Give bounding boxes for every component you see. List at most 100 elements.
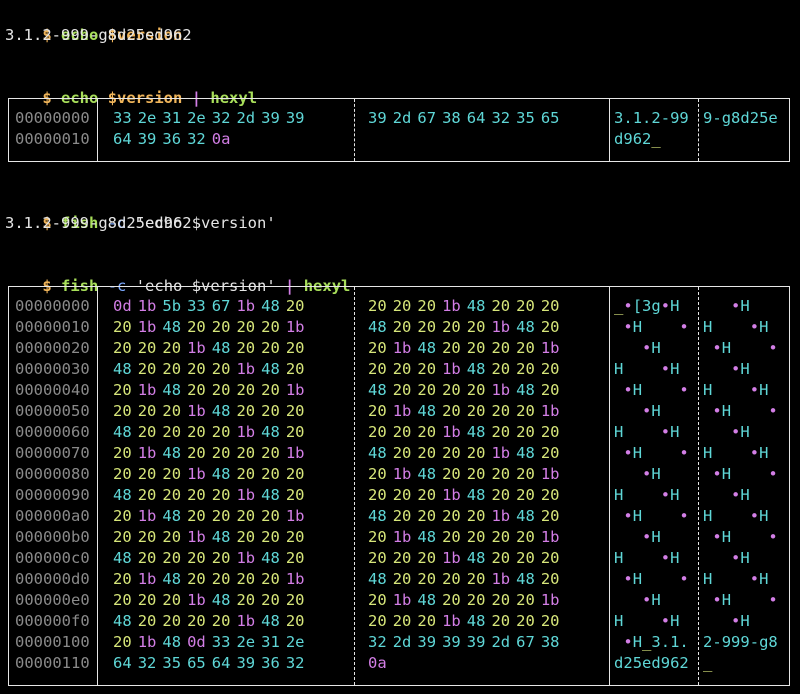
hex-byte: 0d — [113, 297, 132, 315]
hex-byte: 48 — [466, 549, 486, 567]
hex-byte: 1b — [491, 444, 511, 462]
hex-byte: 20 — [211, 507, 231, 525]
hex-byte: 20 — [285, 360, 305, 378]
hex-byte: 20 — [516, 612, 535, 630]
hex-byte: 1b — [137, 381, 157, 399]
hex-byte: 1b — [392, 339, 412, 357]
hex-byte: 20 — [187, 612, 206, 630]
hex-byte: 20 — [162, 549, 182, 567]
hex-byte: 20 — [137, 591, 157, 609]
hex-byte: 20 — [162, 339, 182, 357]
hex-byte: 20 — [466, 570, 486, 588]
hex-byte: 48 — [417, 465, 437, 483]
hex-byte: 20 — [392, 318, 412, 336]
hex-byte: 20 — [442, 402, 461, 420]
ascii-column: H •H — [703, 381, 769, 399]
hex-byte: 20 — [417, 360, 437, 378]
hex-byte: 20 — [113, 444, 132, 462]
hex-byte: 39 — [261, 109, 280, 127]
hex-byte: 20 — [491, 402, 511, 420]
hex-byte: 0a — [368, 654, 387, 672]
hex-byte: 1b — [236, 423, 256, 441]
hex-byte: 1b — [236, 486, 256, 504]
hex-byte: 1b — [137, 633, 157, 651]
hex-byte: 35 — [516, 109, 535, 127]
hex-byte: 48 — [466, 612, 486, 630]
ascii-column: 2-999-g8 — [703, 633, 778, 651]
hex-byte: 39 — [137, 130, 157, 148]
hex-byte: 20 — [540, 360, 560, 378]
hex-byte: 48 — [466, 486, 486, 504]
hex-byte: 20 — [285, 297, 305, 315]
hex-byte: 32 — [285, 654, 305, 672]
hex-byte: 20 — [162, 423, 182, 441]
hex-byte: 20 — [137, 465, 157, 483]
hex-byte: 20 — [368, 465, 387, 483]
hex-byte: 20 — [491, 486, 511, 504]
hex-byte: 1b — [540, 339, 560, 357]
hex-byte: 20 — [261, 381, 280, 399]
hex-byte: 48 — [261, 297, 280, 315]
hex-byte: 20 — [285, 591, 305, 609]
hex-byte: 20 — [285, 486, 305, 504]
hex-byte: 48 — [261, 423, 280, 441]
hex-byte: 20 — [187, 444, 206, 462]
command-line-1: $ echo $version — [5, 4, 182, 44]
hex-byte: 20 — [417, 444, 437, 462]
hex-byte: 48 — [211, 591, 231, 609]
hex-byte: 48 — [417, 528, 437, 546]
ascii-column: •H — [731, 486, 750, 504]
hex-byte: 39 — [368, 109, 387, 127]
hex-byte: 20 — [187, 549, 206, 567]
hex-byte: 1b — [392, 402, 412, 420]
hex-byte: 20 — [540, 507, 560, 525]
hex-byte: 48 — [466, 297, 486, 315]
hex-byte: 1b — [187, 591, 206, 609]
hex-byte: 20 — [261, 339, 280, 357]
hex-byte: 67 — [417, 109, 437, 127]
hex-byte: 48 — [516, 570, 535, 588]
hex-byte: 20 — [211, 423, 231, 441]
hex-byte: 20 — [540, 486, 560, 504]
hex-byte: 20 — [113, 570, 132, 588]
hex-byte: 20 — [261, 318, 280, 336]
hex-byte: 33 — [113, 109, 132, 127]
hex-byte: 67 — [211, 297, 231, 315]
hex-byte: 32 — [211, 109, 231, 127]
hex-byte: 20 — [516, 360, 535, 378]
hex-byte: 20 — [236, 528, 256, 546]
hex-byte: 20 — [516, 549, 535, 567]
hex-byte: 1b — [392, 591, 412, 609]
hex-byte: 20 — [285, 465, 305, 483]
hex-byte: 20 — [466, 528, 486, 546]
hex-byte: 20 — [236, 465, 256, 483]
hex-byte: 20 — [442, 507, 461, 525]
hex-byte: 20 — [368, 549, 387, 567]
hex-byte: 20 — [285, 339, 305, 357]
hex-byte: 20 — [236, 591, 256, 609]
ascii-column: •H — [731, 360, 750, 378]
hex-byte: 20 — [516, 528, 535, 546]
hex-byte: 1b — [236, 360, 256, 378]
hex-byte: 20 — [368, 423, 387, 441]
hex-byte: 20 — [540, 612, 560, 630]
hex-byte: 20 — [236, 570, 256, 588]
ascii-column: H •H — [703, 318, 769, 336]
hex-byte: 2e — [187, 109, 206, 127]
hex-byte: 1b — [491, 381, 511, 399]
hex-byte: 20 — [236, 381, 256, 399]
hex-byte: 2e — [137, 109, 157, 127]
hex-byte: 39 — [285, 109, 305, 127]
hex-byte: 20 — [285, 423, 305, 441]
terminal-window[interactable]: $ echo $version 3.1.2-999-g8d25ed962 $ e… — [0, 0, 800, 694]
hex-byte: 20 — [417, 297, 437, 315]
hex-byte: 20 — [211, 360, 231, 378]
hex-byte: 20 — [442, 339, 461, 357]
hex-byte: 20 — [442, 465, 461, 483]
hex-byte: 48 — [261, 549, 280, 567]
hex-byte: 20 — [285, 528, 305, 546]
hex-byte: 20 — [113, 381, 132, 399]
hex-byte: 1b — [137, 570, 157, 588]
hex-byte: 48 — [261, 486, 280, 504]
hex-byte: 20 — [417, 570, 437, 588]
